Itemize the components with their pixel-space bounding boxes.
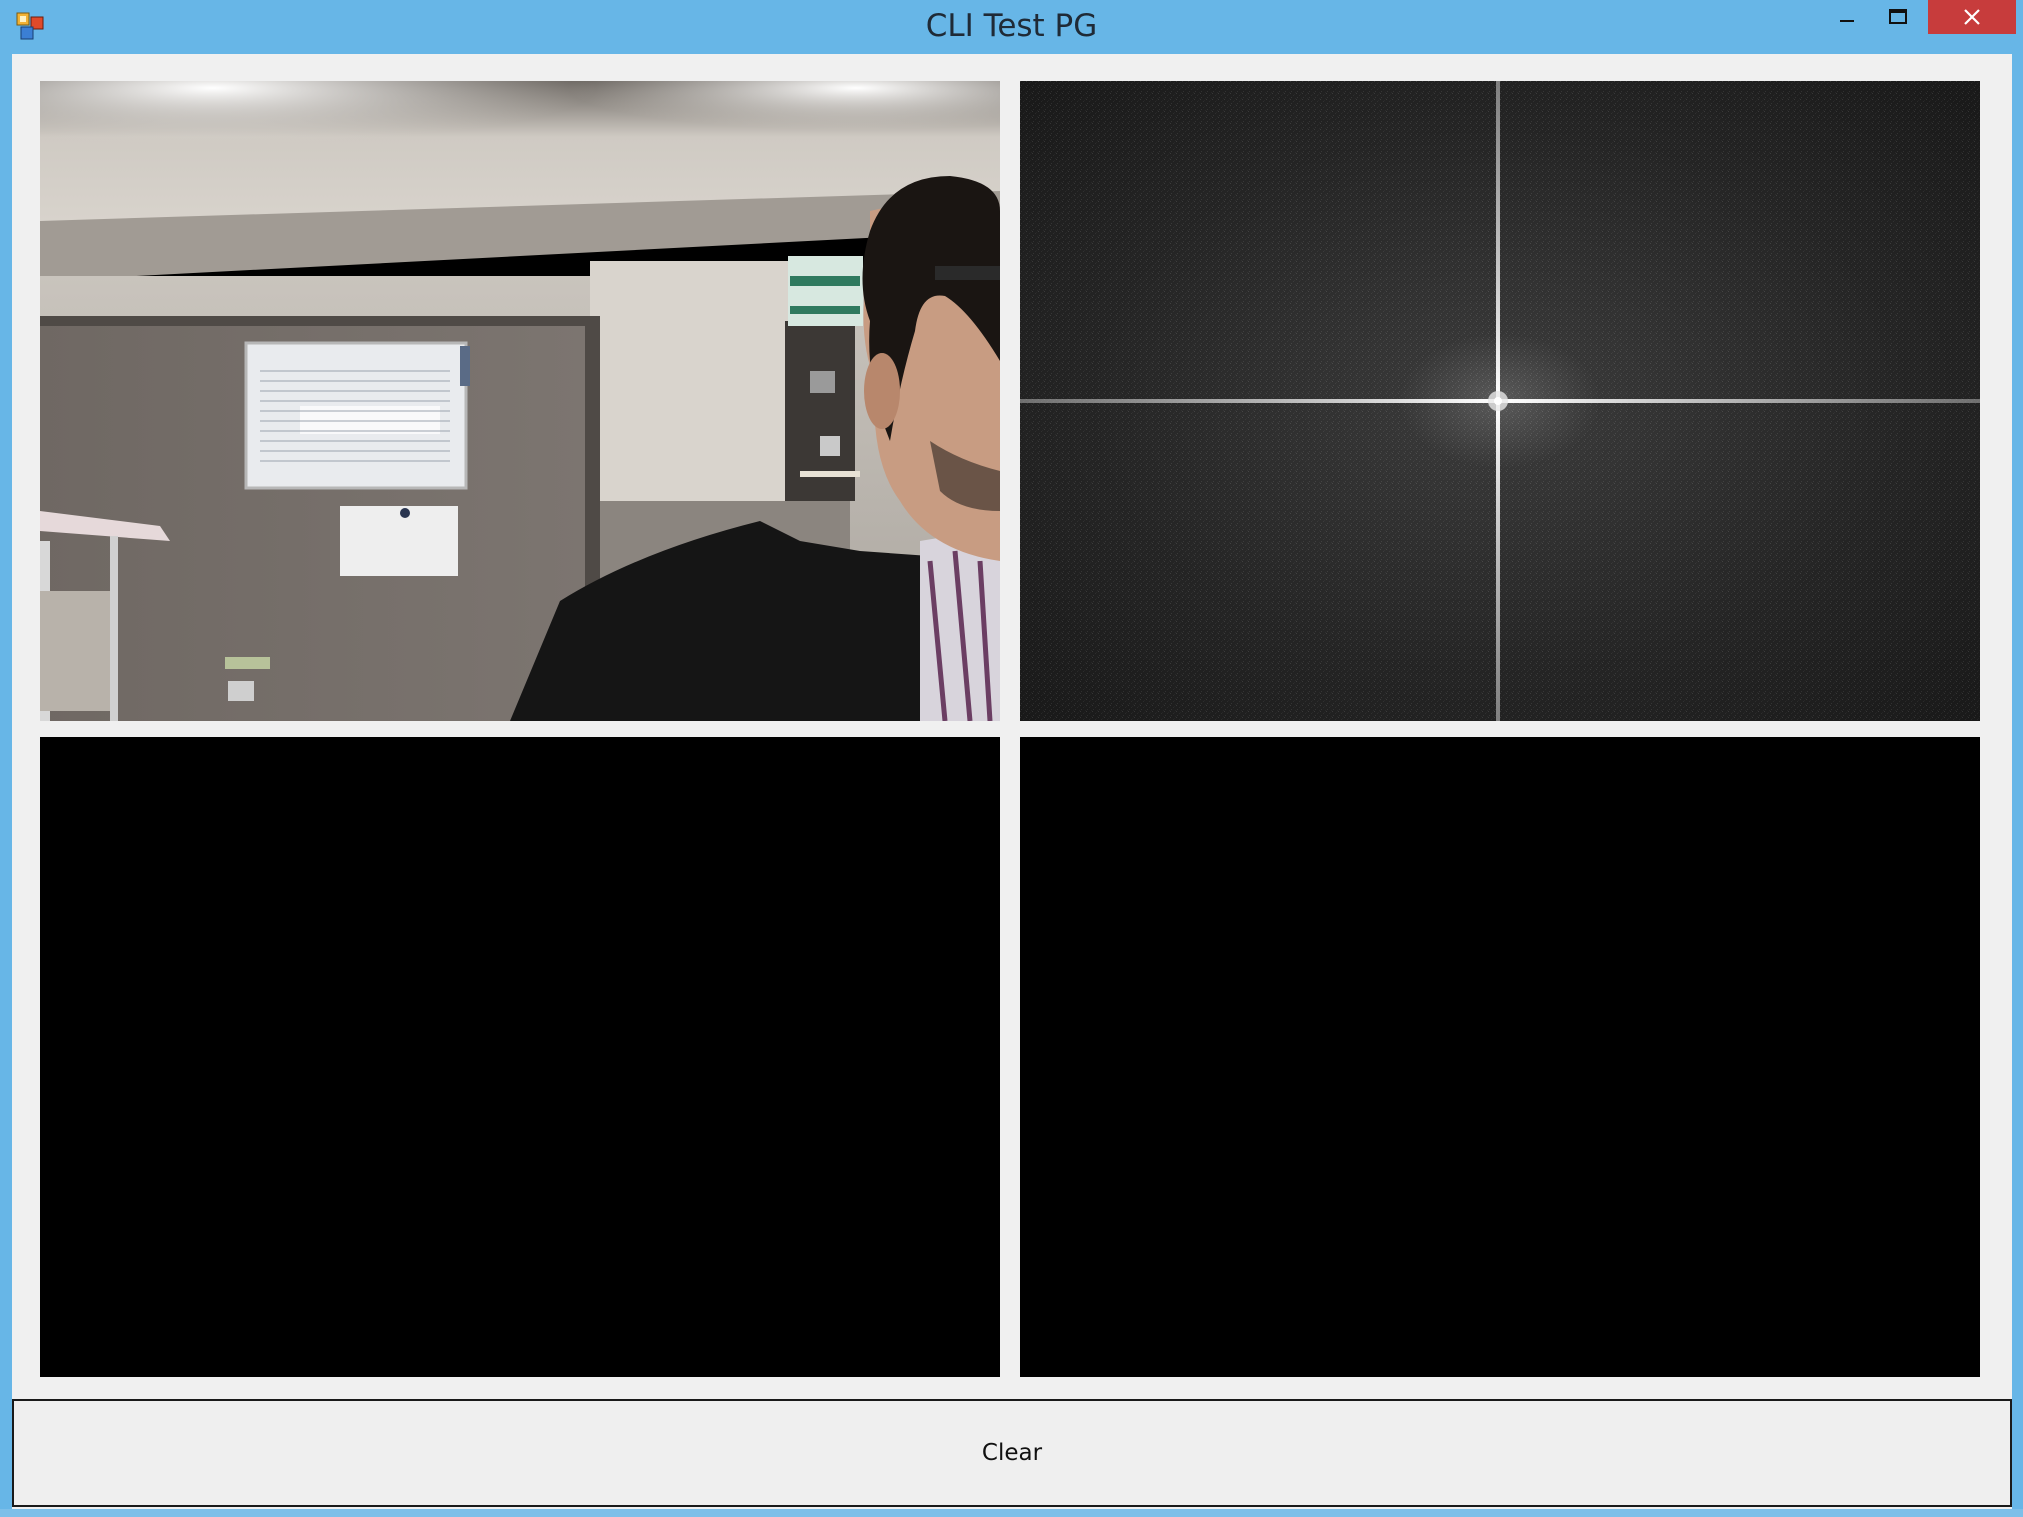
- output-view-2[interactable]: [1020, 737, 1980, 1377]
- app-window: CLI Test PG Clear: [0, 0, 2023, 1517]
- taskbar-strip: [0, 1509, 2023, 1517]
- maximize-button[interactable]: [1876, 0, 1920, 34]
- close-icon: [1964, 9, 1980, 25]
- maximize-icon: [1889, 9, 1907, 24]
- fft-spectrum-view[interactable]: [1020, 81, 1980, 721]
- fft-spectrum-image: [1020, 81, 1980, 721]
- minimize-icon: [1840, 20, 1854, 22]
- title-bar[interactable]: CLI Test PG: [0, 0, 2023, 54]
- minimize-button[interactable]: [1825, 0, 1869, 34]
- client-area: Clear: [12, 54, 2012, 1509]
- clear-button[interactable]: Clear: [12, 1399, 2012, 1507]
- output-view-1[interactable]: [40, 737, 1000, 1377]
- window-title: CLI Test PG: [925, 8, 1098, 44]
- camera-view[interactable]: [40, 81, 1000, 721]
- camera-image: [40, 81, 1000, 721]
- close-button[interactable]: [1928, 0, 2016, 34]
